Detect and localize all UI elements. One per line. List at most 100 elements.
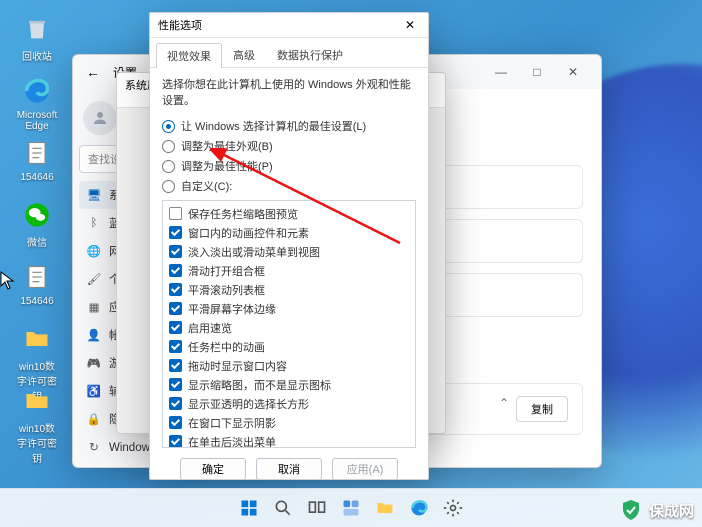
taskbar[interactable] [0, 488, 702, 527]
checkbox-icon [169, 264, 182, 277]
back-button[interactable]: ← [83, 64, 103, 80]
visual-effect-checkbox-5[interactable]: 平滑屏幕字体边缘 [169, 299, 409, 318]
radio-option-0[interactable]: 让 Windows 选择计算机的最佳设置(L) [162, 116, 416, 136]
copy-button[interactable]: 复制 [516, 396, 568, 422]
checkbox-icon [169, 416, 182, 429]
minimize-button[interactable]: — [483, 57, 519, 87]
perf-buttons: 确定 取消 应用(A) [162, 448, 416, 480]
tab-数据执行保护[interactable]: 数据执行保护 [266, 42, 354, 67]
visual-effects-list[interactable]: 保存任务栏缩略图预览窗口内的动画控件和元素淡入淡出或滑动菜单到视图滑动打开组合框… [162, 200, 416, 448]
chevron-up-icon[interactable]: ⌃ [492, 396, 516, 410]
checkbox-icon [169, 321, 182, 334]
privacy-icon: 🔒 [87, 412, 101, 426]
radio-option-1[interactable]: 调整为最佳外观(B) [162, 136, 416, 156]
cancel-button[interactable]: 取消 [256, 458, 322, 480]
watermark: 保成网 [619, 498, 694, 522]
checkbox-label: 窗口内的动画控件和元素 [188, 225, 309, 241]
watermark-text: 保成网 [649, 500, 694, 521]
desktop-icon-label: Microsoft Edge [14, 110, 60, 132]
visual-effect-checkbox-2[interactable]: 淡入淡出或滑动菜单到视图 [169, 242, 409, 261]
edge-taskbar-icon[interactable] [405, 494, 433, 522]
apply-button[interactable]: 应用(A) [332, 458, 398, 480]
games-icon: 🎮 [87, 356, 101, 370]
task-view-icon[interactable] [303, 494, 331, 522]
checkbox-icon [169, 397, 182, 410]
checkbox-label: 滑动打开组合框 [188, 263, 265, 279]
tab-高级[interactable]: 高级 [222, 42, 266, 67]
explorer-icon[interactable] [371, 494, 399, 522]
visual-effect-checkbox-8[interactable]: 拖动时显示窗口内容 [169, 356, 409, 375]
checkbox-label: 平滑屏幕字体边缘 [188, 301, 276, 317]
desktop-icon-label: 154646 [14, 296, 60, 307]
widgets-icon[interactable] [337, 494, 365, 522]
visual-effect-checkbox-0[interactable]: 保存任务栏缩略图预览 [169, 204, 409, 223]
doc-icon [20, 136, 54, 170]
search-taskbar-icon[interactable] [269, 494, 297, 522]
system-icon: 🖥 [87, 188, 101, 202]
shield-icon [619, 498, 643, 522]
apps-icon: ▦ [87, 300, 101, 314]
checkbox-label: 在单击后淡出菜单 [188, 434, 276, 449]
desktop-icon-edge[interactable]: Microsoft Edge [14, 74, 60, 132]
checkbox-icon [169, 245, 182, 258]
radio-option-3[interactable]: 自定义(C): [162, 176, 416, 196]
maximize-button[interactable]: □ [519, 57, 555, 87]
visual-effect-checkbox-10[interactable]: 显示亚透明的选择长方形 [169, 394, 409, 413]
performance-options-dialog: 性能选项 ✕ 视觉效果高级数据执行保护 选择你想在此计算机上使用的 Window… [149, 12, 429, 480]
network-icon: 🌐 [87, 244, 101, 258]
perf-description: 选择你想在此计算机上使用的 Windows 外观和性能设置。 [162, 76, 416, 108]
checkbox-label: 拖动时显示窗口内容 [188, 358, 287, 374]
checkbox-label: 在窗口下显示阴影 [188, 415, 276, 431]
edge-icon [20, 74, 54, 108]
perf-body: 选择你想在此计算机上使用的 Windows 外观和性能设置。 让 Windows… [150, 68, 428, 480]
radio-icon [162, 140, 175, 153]
checkbox-icon [169, 207, 182, 220]
checkbox-label: 任务栏中的动画 [188, 339, 265, 355]
visual-effect-checkbox-9[interactable]: 显示缩略图，而不是显示图标 [169, 375, 409, 394]
ok-button[interactable]: 确定 [180, 458, 246, 480]
radio-label: 调整为最佳性能(P) [181, 158, 273, 174]
radio-label: 让 Windows 选择计算机的最佳设置(L) [181, 118, 366, 134]
perf-close-button[interactable]: ✕ [400, 18, 420, 32]
close-button[interactable]: ✕ [555, 57, 591, 87]
update-icon: ↻ [87, 440, 101, 454]
tab-视觉效果[interactable]: 视觉效果 [156, 43, 222, 68]
desktop-icon-label: 微信 [14, 234, 60, 249]
radio-label: 调整为最佳外观(B) [181, 138, 273, 154]
desktop-icon-doc[interactable]: 154646 [14, 136, 60, 183]
visual-effect-checkbox-12[interactable]: 在单击后淡出菜单 [169, 432, 409, 448]
visual-effect-checkbox-4[interactable]: 平滑滚动列表框 [169, 280, 409, 299]
visual-effect-checkbox-1[interactable]: 窗口内的动画控件和元素 [169, 223, 409, 242]
desktop-icon-trash[interactable]: 回收站 [14, 12, 60, 63]
radio-icon [162, 180, 175, 193]
folder-icon [20, 384, 54, 418]
settings-taskbar-icon[interactable] [439, 494, 467, 522]
folder-icon [20, 322, 54, 356]
wechat-icon [20, 198, 54, 232]
avatar [83, 101, 117, 135]
checkbox-label: 显示缩略图，而不是显示图标 [188, 377, 331, 393]
visual-effect-checkbox-11[interactable]: 在窗口下显示阴影 [169, 413, 409, 432]
start-button[interactable] [235, 494, 263, 522]
desktop-icon-label: win10数字许可密钥 [14, 420, 60, 465]
checkbox-icon [169, 283, 182, 296]
checkbox-icon [169, 359, 182, 372]
bluetooth-icon: ᛒ [87, 216, 101, 230]
access-icon: ♿ [87, 384, 101, 398]
radio-icon [162, 120, 175, 133]
desktop-icon-doc[interactable]: 154646 [14, 260, 60, 307]
doc-icon [20, 260, 54, 294]
personalize-icon: 🖌 [87, 272, 101, 286]
visual-effect-checkbox-3[interactable]: 滑动打开组合框 [169, 261, 409, 280]
checkbox-icon [169, 340, 182, 353]
radio-option-2[interactable]: 调整为最佳性能(P) [162, 156, 416, 176]
visual-effect-checkbox-6[interactable]: 启用速览 [169, 318, 409, 337]
accounts-icon: 👤 [87, 328, 101, 342]
visual-effect-checkbox-7[interactable]: 任务栏中的动画 [169, 337, 409, 356]
desktop-icon-wechat[interactable]: 微信 [14, 198, 60, 249]
checkbox-label: 保存任务栏缩略图预览 [188, 206, 298, 222]
checkbox-label: 启用速览 [188, 320, 232, 336]
desktop-icon-label: 154646 [14, 172, 60, 183]
desktop-icon-folder[interactable]: win10数字许可密钥 [14, 384, 60, 465]
perf-titlebar: 性能选项 ✕ [150, 13, 428, 38]
